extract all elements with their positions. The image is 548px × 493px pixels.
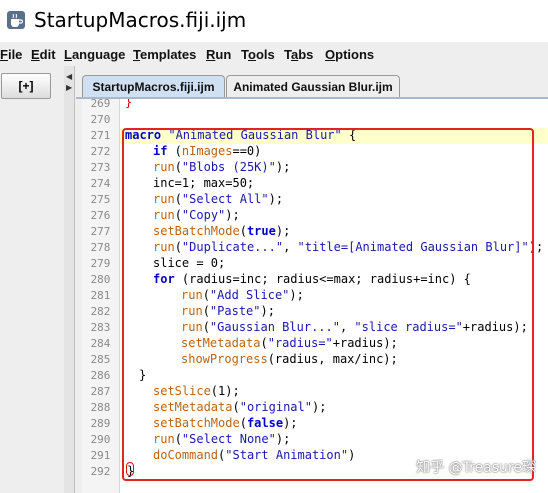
line-number: 284 [90, 337, 111, 350]
left-panel: [+] [0, 66, 65, 493]
split-pane-divider[interactable]: ◀ ▶ [64, 66, 75, 493]
tab-bar: StartupMacros.fiji.ijm Animated Gaussian… [76, 66, 548, 98]
code-line: run("Paste"); [181, 304, 275, 318]
menu-run[interactable]: Run [206, 47, 231, 62]
matching-brace-marker [126, 462, 134, 476]
code-line: doCommand("Start Animation") [153, 448, 356, 462]
line-number: 272 [90, 145, 111, 158]
code-line: setBatchMode(false); [153, 416, 298, 430]
menu-options[interactable]: Options [325, 47, 374, 62]
code-line: showProgress(radius, max/inc); [181, 352, 398, 366]
code-line: run("Copy"); [153, 208, 240, 222]
code-line: run("Select All"); [153, 192, 284, 206]
expand-right-arrow-icon[interactable]: ▶ [66, 84, 72, 92]
code-line: run("Add Slice"); [181, 288, 304, 302]
window-title: StartupMacros.fiji.ijm [34, 8, 247, 32]
line-number: 287 [90, 385, 111, 398]
collapse-left-arrow-icon[interactable]: ◀ [66, 73, 72, 81]
code-line: if (nImages==0) [153, 144, 262, 158]
title-bar: StartupMacros.fiji.ijm [0, 0, 548, 42]
code-line: setSlice(1); [153, 384, 240, 398]
code-line: run("Select None"); [153, 432, 291, 446]
menu-tabs[interactable]: Tabs [284, 47, 313, 62]
line-number: 286 [90, 369, 111, 382]
line-number: 289 [90, 417, 111, 430]
line-number: 275 [90, 193, 111, 206]
code-line: } [139, 368, 147, 382]
tab-animated-gaussian-blur[interactable]: Animated Gaussian Blur.ijm [226, 75, 400, 98]
line-number: 271 [90, 129, 111, 142]
code-editor[interactable]: 269 270 271 272 273 274 275 276 277 278 … [82, 99, 548, 493]
code-line: setMetadata("original"); [153, 400, 327, 414]
line-number: 291 [90, 449, 111, 462]
code-line: run("Blobs (25K)"); [153, 160, 291, 174]
line-number: 281 [90, 289, 111, 302]
line-number: 274 [90, 177, 111, 190]
code-line: setBatchMode(true); [153, 224, 291, 238]
line-number: 290 [90, 433, 111, 446]
menu-tools[interactable]: Tools [241, 47, 275, 62]
code-line: setMetadata("radius="+radius); [181, 336, 398, 350]
menu-edit[interactable]: Edit [31, 47, 56, 62]
line-number: 276 [90, 209, 111, 222]
line-number: 283 [90, 321, 111, 334]
code-line: for (radius=inc; radius<=max; radius+=in… [153, 272, 471, 286]
watermark: 知乎 @Treasure琛 [416, 460, 536, 476]
code-line: inc=1; max=50; [153, 176, 255, 190]
menu-bar: File Edit Language Templates Run Tools T… [0, 42, 548, 66]
menu-file[interactable]: File [0, 47, 22, 62]
line-number: 282 [90, 305, 111, 318]
line-number: 288 [90, 401, 111, 414]
tab-startupmacros[interactable]: StartupMacros.fiji.ijm [82, 75, 225, 98]
line-number: 270 [90, 113, 111, 126]
line-number: 285 [90, 353, 111, 366]
line-number: 280 [90, 273, 111, 286]
code-line: slice = 0; [153, 256, 226, 270]
menu-templates[interactable]: Templates [133, 47, 196, 62]
line-number: 269 [90, 99, 111, 110]
code-line: } [125, 99, 133, 109]
line-number: 277 [90, 225, 111, 238]
line-number: 279 [90, 257, 111, 270]
line-number: 292 [90, 465, 111, 478]
code-line: macro "Animated Gaussian Blur" { [125, 128, 357, 142]
code-line: run("Duplicate...", "title=[Animated Gau… [153, 240, 544, 254]
expand-button[interactable]: [+] [1, 73, 51, 99]
coffee-cup-icon [7, 11, 25, 29]
code-line: run("Gaussian Blur...", "slice radius="+… [181, 320, 528, 334]
line-number: 278 [90, 241, 111, 254]
line-number: 273 [90, 161, 111, 174]
menu-language[interactable]: Language [64, 47, 125, 62]
